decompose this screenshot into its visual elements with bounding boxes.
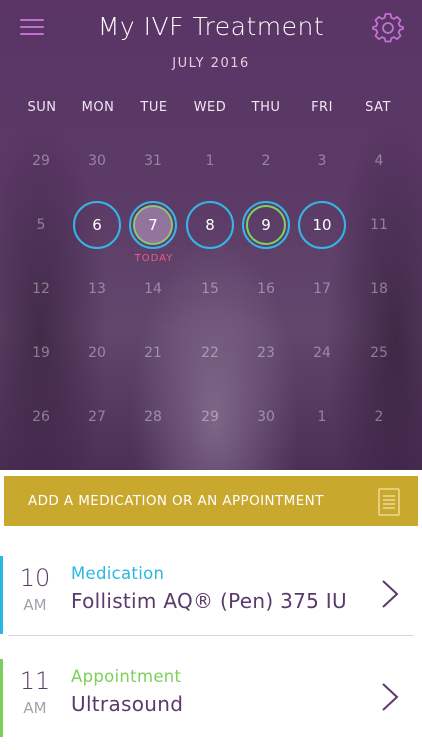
divider	[8, 635, 414, 636]
document-icon	[378, 488, 400, 516]
entry-type: Medication	[71, 564, 165, 583]
calendar-day[interactable]: 11	[355, 201, 403, 249]
top-bar: My IVF Treatment	[0, 0, 422, 60]
calendar-day[interactable]: 19	[17, 329, 65, 377]
calendar-day-medication-appointment[interactable]: 9	[242, 201, 290, 249]
today-label: TODAY	[134, 253, 174, 264]
calendar-day[interactable]: 5	[17, 201, 65, 249]
weekday-mon: MON	[81, 100, 115, 115]
entry-name: Ultrasound	[71, 692, 184, 716]
calendar-day[interactable]: 21	[129, 329, 177, 377]
calendar-day-medication[interactable]: 8	[186, 201, 234, 249]
calendar-day[interactable]: 2	[242, 137, 290, 185]
calendar-day[interactable]: 1	[186, 137, 234, 185]
entry-hour: 11	[19, 667, 51, 695]
calendar-day[interactable]: 1	[298, 393, 346, 441]
calendar-day[interactable]: 12	[17, 265, 65, 313]
calendar-day[interactable]: 20	[73, 329, 121, 377]
month-label: JULY 2016	[172, 56, 250, 71]
calendar-day[interactable]: 25	[355, 329, 403, 377]
calendar-day[interactable]: 29	[17, 137, 65, 185]
calendar-day[interactable]: 3	[298, 137, 346, 185]
entry-ampm: AM	[23, 699, 47, 717]
calendar-day-medication[interactable]: 6	[73, 201, 121, 249]
calendar-day[interactable]: 22	[186, 329, 234, 377]
calendar-day[interactable]: 15	[186, 265, 234, 313]
calendar-day[interactable]: 31	[129, 137, 177, 185]
calendar-day[interactable]: 30	[73, 137, 121, 185]
add-medication-appointment-button[interactable]: ADD A MEDICATION OR AN APPOINTMENT	[4, 476, 418, 526]
weekday-sun: SUN	[27, 100, 57, 115]
calendar-day[interactable]: 23	[242, 329, 290, 377]
calendar-day[interactable]: 4	[355, 137, 403, 185]
weekday-wed: WED	[193, 100, 227, 115]
weekday-header: SUN MON TUE WED THU FRI SAT	[0, 100, 422, 118]
weekday-tue: TUE	[140, 100, 168, 115]
weekday-sat: SAT	[365, 100, 391, 115]
calendar-day[interactable]: 26	[17, 393, 65, 441]
calendar-day[interactable]: 2	[355, 393, 403, 441]
chevron-right-icon[interactable]	[380, 681, 400, 713]
calendar-day[interactable]: 24	[298, 329, 346, 377]
calendar-day[interactable]: 14	[129, 265, 177, 313]
gear-icon[interactable]	[372, 12, 404, 44]
calendar-day[interactable]: 27	[73, 393, 121, 441]
entry-hour: 10	[19, 564, 51, 592]
calendar-day[interactable]: 17	[298, 265, 346, 313]
calendar-day[interactable]: 16	[242, 265, 290, 313]
calendar-day[interactable]: 30	[242, 393, 290, 441]
entry-name: Follistim AQ® (Pen) 375 IU	[71, 589, 347, 613]
page-title: My IVF Treatment	[97, 12, 325, 41]
calendar-day[interactable]: 28	[129, 393, 177, 441]
weekday-fri: FRI	[311, 100, 333, 115]
calendar-day-medication[interactable]: 10	[298, 201, 346, 249]
schedule-item-appointment[interactable]: 11 AM Appointment Ultrasound	[0, 659, 422, 737]
entry-ampm: AM	[23, 596, 47, 614]
entry-type: Appointment	[71, 667, 182, 686]
chevron-right-icon[interactable]	[380, 578, 400, 610]
calendar-day[interactable]: 18	[355, 265, 403, 313]
schedule-item-medication[interactable]: 10 AM Medication Follistim AQ® (Pen) 375…	[0, 556, 422, 634]
calendar-day-today[interactable]: 7	[129, 201, 177, 249]
weekday-thu: THU	[251, 100, 281, 115]
calendar-day[interactable]: 29	[186, 393, 234, 441]
add-button-label: ADD A MEDICATION OR AN APPOINTMENT	[28, 493, 324, 509]
calendar-hero: My IVF Treatment JULY 2016 SUN MON TUE W…	[0, 0, 422, 470]
calendar-day[interactable]: 13	[73, 265, 121, 313]
